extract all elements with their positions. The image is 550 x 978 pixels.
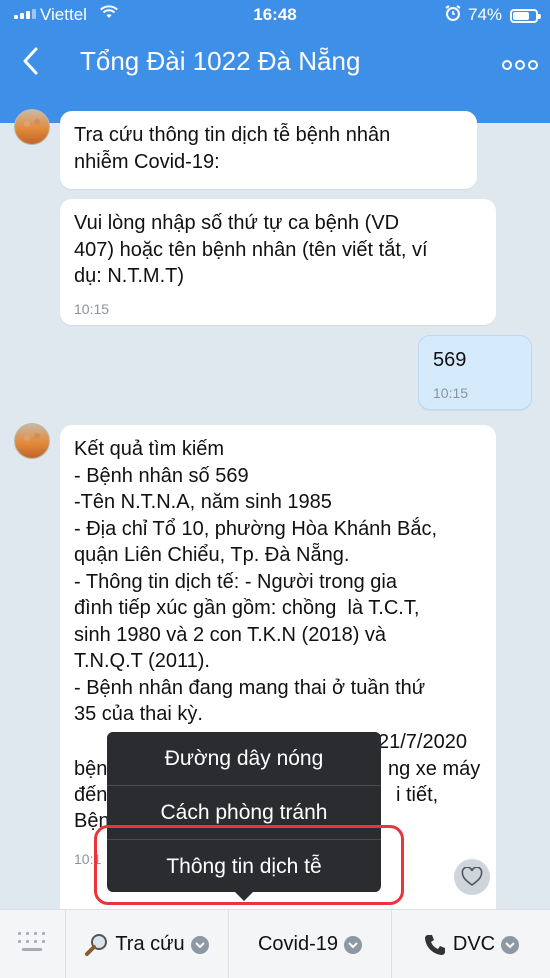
highlight-annotation: [94, 825, 404, 905]
menu-button-label: DVC: [452, 933, 496, 955]
chevron-left-icon: [23, 47, 38, 75]
message-text-partial: i tiết,: [396, 784, 439, 806]
chevron-down-icon: [501, 935, 520, 954]
message-time: 10:15: [74, 300, 110, 317]
battery-percent: 74%: [468, 5, 503, 24]
menu-button-dvc[interactable]: DVC: [392, 910, 550, 978]
like-button[interactable]: [454, 859, 490, 895]
message-text: Tra cứu thông tin dịch tễ bệnh nhân nhiễ…: [74, 124, 391, 173]
heart-icon: [461, 867, 483, 886]
message-text: 569: [433, 349, 467, 371]
chevron-down-icon: [190, 935, 209, 954]
message-bubble[interactable]: Vui lòng nhập số thứ tự ca bệnh (VD 407)…: [60, 199, 496, 325]
message-bubble-outgoing[interactable]: 569 10:15: [418, 335, 532, 410]
alarm-icon: [444, 4, 462, 27]
message-text-partial: ng xe máy: [388, 758, 481, 780]
menu-button-label: Covid-19: [257, 933, 339, 955]
message-text-partial: đến: [74, 784, 108, 806]
back-button[interactable]: [20, 46, 42, 76]
bottom-menu-bar: Tra cứu Covid-19 DVC: [0, 909, 550, 978]
phone-icon: [424, 934, 445, 955]
message-text: Kết quả tìm kiếm - Bệnh nhân số 569 -Tên…: [74, 438, 438, 725]
menu-button-lookup[interactable]: Tra cứu: [66, 910, 228, 978]
search-icon: [85, 933, 108, 956]
avatar[interactable]: [14, 423, 50, 459]
message-text-partial: bện: [74, 758, 108, 780]
message-time: 10:15: [433, 384, 469, 401]
page-title: Tổng Đài 1022 Đà Nẵng: [80, 46, 361, 76]
message-text-partial: 21/7/2020: [378, 731, 467, 753]
more-button[interactable]: [502, 52, 538, 78]
menu-button-covid[interactable]: Covid-19: [229, 910, 391, 978]
chevron-down-icon: [344, 935, 363, 954]
menu-button-label: Tra cứu: [115, 933, 185, 955]
more-icon: [502, 60, 538, 70]
battery-icon: [510, 9, 541, 23]
message-bubble[interactable]: Tra cứu thông tin dịch tễ bệnh nhân nhiễ…: [60, 111, 477, 189]
menu-item-hotline[interactable]: Đường dây nóng: [107, 732, 381, 785]
keyboard-icon[interactable]: [14, 930, 50, 954]
avatar[interactable]: [14, 109, 50, 145]
message-text: Vui lòng nhập số thứ tự ca bệnh (VD 407)…: [74, 212, 428, 287]
status-bar: Viettel 16:48 74%: [0, 0, 550, 32]
